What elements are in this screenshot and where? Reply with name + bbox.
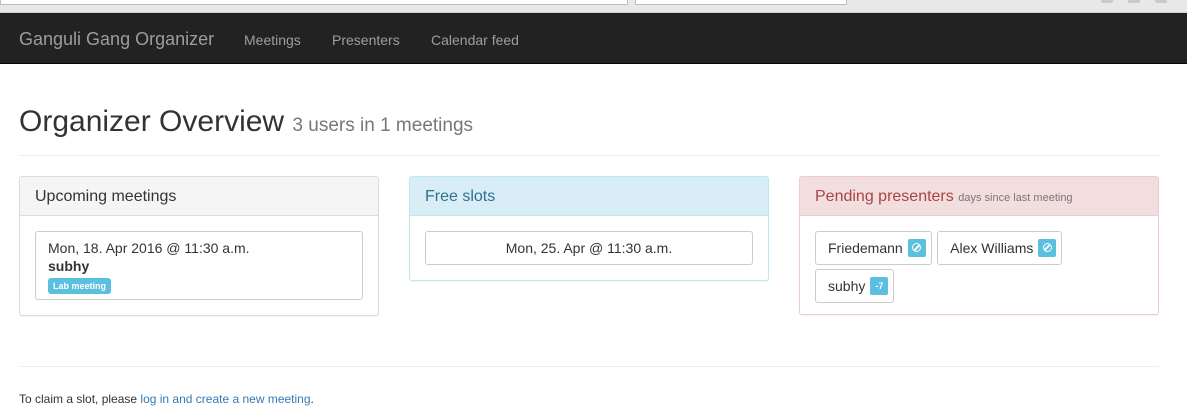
free-slot-button[interactable]: Mon, 25. Apr @ 11:30 a.m. xyxy=(425,231,753,265)
browser-toolbar-icon[interactable] xyxy=(1101,0,1113,3)
pending-presenters-subtitle: days since last meeting xyxy=(958,192,1073,204)
login-create-meeting-link[interactable]: log in and create a new meeting xyxy=(140,392,310,406)
footer-text: To claim a slot, please log in and creat… xyxy=(19,392,314,406)
pending-presenters-heading: Pending presenters days since last meeti… xyxy=(800,177,1158,216)
top-navbar: Ganguli Gang Organizer Meetings Presente… xyxy=(0,13,1187,64)
meeting-presenter: subhy xyxy=(48,258,90,274)
presenter-name: subhy xyxy=(828,278,866,294)
page-title: Organizer Overview 3 users in 1 meetings xyxy=(19,104,1159,144)
pending-presenters-panel: Pending presenters days since last meeti… xyxy=(799,176,1159,315)
ban-icon xyxy=(912,243,922,253)
navbar-brand[interactable]: Ganguli Gang Organizer xyxy=(19,29,214,49)
ban-icon xyxy=(1042,243,1052,253)
footer-suffix: . xyxy=(310,392,314,406)
upcoming-meetings-panel: Upcoming meetings Mon, 18. Apr 2016 @ 11… xyxy=(19,176,379,316)
presenter-name: Alex Williams xyxy=(950,240,1034,256)
footer-divider xyxy=(19,366,1159,367)
nav-link-meetings[interactable]: Meetings xyxy=(244,32,301,48)
page-subtitle: 3 users in 1 meetings xyxy=(292,115,474,136)
footer-prefix: To claim a slot, please xyxy=(19,392,138,406)
presenter-button-friedemann[interactable]: Friedemann xyxy=(815,231,932,265)
upcoming-meetings-heading: Upcoming meetings xyxy=(20,177,378,216)
presenter-button-subhy[interactable]: subhy -7 xyxy=(815,269,895,303)
meeting-list-item[interactable]: Mon, 18. Apr 2016 @ 11:30 a.m. subhy Lab… xyxy=(35,231,363,300)
days-badge xyxy=(907,239,926,258)
nav-link-calendar-feed[interactable]: Calendar feed xyxy=(431,32,519,48)
nav-link-presenters[interactable]: Presenters xyxy=(332,32,400,48)
browser-toolbar-icon[interactable] xyxy=(1155,0,1167,3)
browser-toolbar-strip xyxy=(0,0,1187,13)
browser-address-field[interactable] xyxy=(0,0,628,5)
page-title-text: Organizer Overview xyxy=(19,105,285,138)
presenter-name: Friedemann xyxy=(828,240,903,256)
days-badge: -7 xyxy=(870,277,889,296)
browser-toolbar-icon[interactable] xyxy=(1128,0,1140,3)
free-slots-panel: Free slots Mon, 25. Apr @ 11:30 a.m. xyxy=(409,176,769,281)
pending-presenters-title: Pending presenters xyxy=(815,188,954,205)
browser-search-field[interactable] xyxy=(635,0,847,5)
days-badge xyxy=(1038,239,1057,258)
page-header: Organizer Overview 3 users in 1 meetings xyxy=(19,104,1159,156)
meeting-date: Mon, 18. Apr 2016 @ 11:30 a.m. xyxy=(48,240,250,256)
meeting-type-label: Lab meeting xyxy=(48,278,112,294)
presenter-button-alex-williams[interactable]: Alex Williams xyxy=(937,231,1063,265)
free-slots-heading: Free slots xyxy=(410,177,768,216)
